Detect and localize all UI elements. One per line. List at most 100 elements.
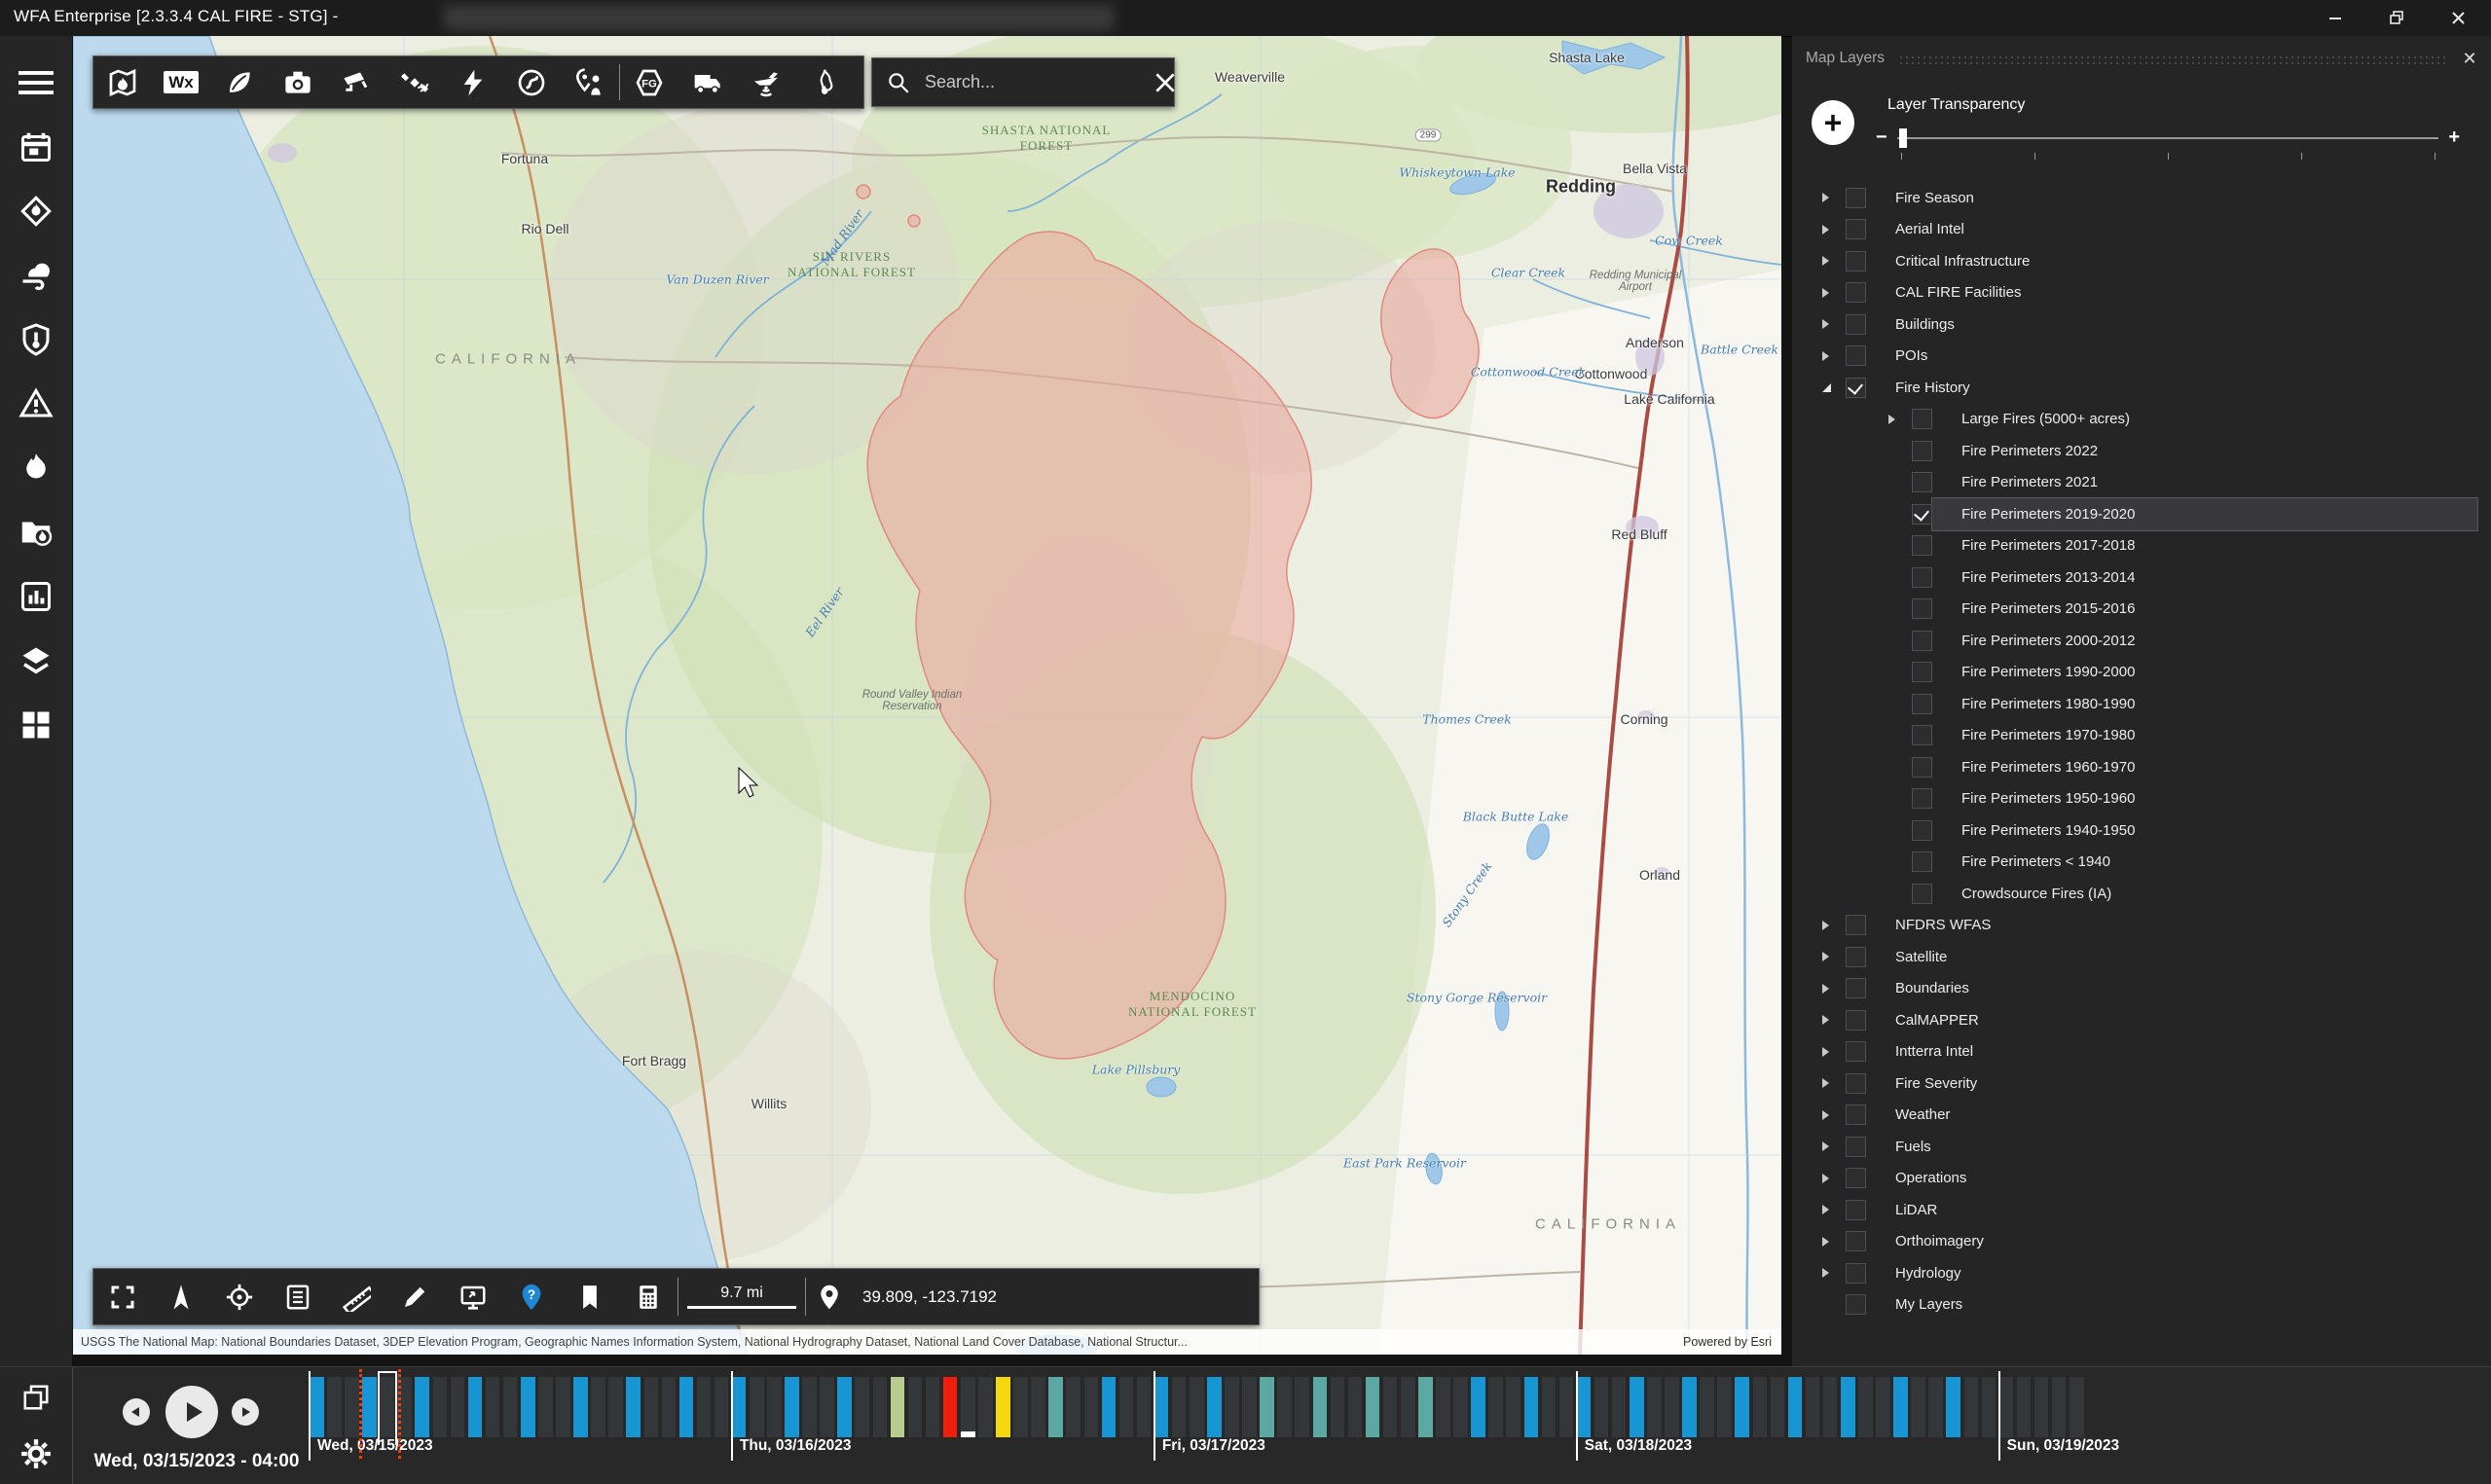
panel-drag-handle[interactable] (1898, 54, 2448, 66)
transparency-plus[interactable]: + (2448, 127, 2460, 149)
timeline-cell[interactable] (820, 1377, 834, 1437)
layer-checkbox[interactable] (1912, 631, 1932, 651)
layer-checkbox[interactable] (1912, 504, 1932, 525)
layer-row[interactable]: Hydrology (1792, 1257, 2491, 1289)
map-viewport[interactable]: Shasta LakeWeavervilleBella VistaRedding… (73, 36, 1781, 1355)
monitor-tool-button[interactable] (444, 1269, 502, 1324)
minimize-button[interactable] (2307, 0, 2363, 35)
layer-checkbox[interactable] (1912, 441, 1932, 461)
layer-checkbox[interactable] (1846, 188, 1866, 208)
layer-row[interactable]: CAL FIRE Facilities (1792, 277, 2491, 309)
layer-checkbox[interactable] (1846, 314, 1866, 335)
aircraft-tool-button[interactable] (737, 56, 795, 108)
layer-checkbox[interactable] (1846, 947, 1866, 967)
layer-row[interactable]: Operations (1792, 1163, 2491, 1195)
timeline-bar-teal[interactable] (1366, 1377, 1380, 1437)
sidebar-item-bar-chart[interactable] (0, 571, 72, 622)
timeline-bar-blue[interactable] (1577, 1377, 1592, 1437)
layer-row[interactable]: Intterra Intel (1792, 1036, 2491, 1068)
timeline-bar-blue[interactable] (837, 1377, 852, 1437)
expand-arrow-icon[interactable] (1822, 1015, 1834, 1025)
timeline-cell[interactable] (608, 1377, 623, 1437)
transparency-minus[interactable]: − (1876, 127, 1887, 149)
layer-checkbox[interactable] (1912, 788, 1932, 809)
timeline-bar-teal[interactable] (1260, 1377, 1274, 1437)
sidebar-item-wind-cloud[interactable] (0, 250, 72, 301)
fire-map-tool-button[interactable] (93, 56, 152, 108)
layer-row[interactable]: Fire Perimeters 2000-2012 (1792, 625, 2491, 657)
layer-row[interactable]: Fire Perimeters 1980-1990 (1792, 688, 2491, 720)
timeline-cell[interactable] (802, 1377, 817, 1437)
timeline-bar-blue[interactable] (1735, 1377, 1749, 1437)
slider-thumb[interactable] (1899, 128, 1907, 148)
layer-checkbox[interactable] (1846, 1010, 1866, 1031)
timeline-bar-blue[interactable] (573, 1377, 588, 1437)
expand-arrow-icon[interactable] (1822, 984, 1834, 994)
layer-row[interactable]: Fire Perimeters 1970-1980 (1792, 720, 2491, 752)
timeline-bar-blue[interactable] (785, 1377, 799, 1437)
timeline-bar-blue[interactable] (1630, 1377, 1644, 1437)
layer-checkbox[interactable] (1846, 1200, 1866, 1220)
expand-tool-button[interactable] (93, 1269, 152, 1324)
lightning-tool-button[interactable] (444, 56, 502, 108)
timeline-bar-blue[interactable] (362, 1377, 377, 1437)
timeline-cell[interactable] (1242, 1377, 1257, 1437)
expand-arrow-icon[interactable] (1822, 921, 1834, 930)
timeline-cell[interactable] (345, 1377, 359, 1437)
timeline-cell[interactable] (1348, 1377, 1363, 1437)
location-pin-button[interactable] (806, 1269, 853, 1324)
timeline-bar-blue[interactable] (521, 1377, 535, 1437)
timeline-cell[interactable] (1277, 1377, 1292, 1437)
layer-checkbox[interactable] (1846, 915, 1866, 935)
search-input[interactable] (923, 71, 1153, 93)
layer-row[interactable]: Fire Season (1792, 182, 2491, 214)
layer-row[interactable]: My Layers (1792, 1289, 2491, 1321)
north-arrow-tool-button[interactable] (152, 1269, 210, 1324)
layer-checkbox[interactable] (1846, 1041, 1866, 1062)
timeline-cell[interactable] (873, 1377, 888, 1437)
timeline-cell[interactable] (1190, 1377, 1204, 1437)
sidebar-item-grid[interactable] (0, 700, 72, 750)
expand-arrow-icon[interactable] (1822, 1047, 1834, 1057)
calculator-tool-button[interactable] (619, 1269, 678, 1324)
add-layer-button[interactable]: + (1812, 100, 1854, 145)
timeline-cell[interactable] (1331, 1377, 1345, 1437)
timeline-cell[interactable] (908, 1377, 923, 1437)
timeline-cell[interactable] (855, 1377, 869, 1437)
layer-row[interactable]: Fire Perimeters 2021 (1792, 467, 2491, 499)
timeline-cell[interactable] (433, 1377, 448, 1437)
search-box[interactable] (871, 57, 1175, 107)
timeline-cell[interactable] (1982, 1377, 1996, 1437)
expand-arrow-icon[interactable] (1822, 225, 1834, 235)
layer-row[interactable]: CalMAPPER (1792, 1004, 2491, 1036)
timeline-cell[interactable] (1612, 1377, 1627, 1437)
layer-checkbox[interactable] (1912, 757, 1932, 778)
timeline-cell[interactable] (1647, 1377, 1662, 1437)
layer-checkbox[interactable] (1912, 820, 1932, 841)
flame-wisp-tool-button[interactable] (795, 56, 854, 108)
timeline-bar-teal[interactable] (1313, 1377, 1328, 1437)
expand-arrow-icon[interactable] (1822, 1237, 1834, 1247)
restore-button[interactable] (2368, 0, 2425, 35)
panel-header[interactable]: Map Layers ✕ (1792, 36, 2491, 81)
timeline-cell[interactable] (1488, 1377, 1503, 1437)
sidebar-item-menu[interactable] (0, 57, 72, 108)
sidebar-item-warning-triangle[interactable] (0, 379, 72, 429)
layer-row[interactable]: Satellite (1792, 941, 2491, 973)
timeline-bar-blue[interactable] (732, 1377, 747, 1437)
layer-checkbox[interactable] (1912, 884, 1932, 904)
expand-arrow-icon[interactable] (1822, 1174, 1834, 1183)
layer-row[interactable]: Crowdsource Fires (IA) (1792, 878, 2491, 910)
locate-tool-button[interactable] (210, 1269, 269, 1324)
layer-row[interactable]: Weather (1792, 1100, 2491, 1132)
timeline-cell[interactable] (1506, 1377, 1520, 1437)
timeline-cell[interactable] (1823, 1377, 1838, 1437)
timeline-bar-blue[interactable] (1893, 1377, 1908, 1437)
expand-arrow-icon[interactable] (1822, 1141, 1834, 1151)
layer-row[interactable]: Fire Perimeters 1960-1970 (1792, 751, 2491, 783)
timeline-bar-blue[interactable] (1946, 1377, 1960, 1437)
layer-checkbox[interactable] (1912, 662, 1932, 682)
timeline-cell[interactable] (1295, 1377, 1309, 1437)
ruler-tool-button[interactable] (327, 1269, 385, 1324)
layer-row[interactable]: Fire Perimeters 1990-2000 (1792, 657, 2491, 689)
